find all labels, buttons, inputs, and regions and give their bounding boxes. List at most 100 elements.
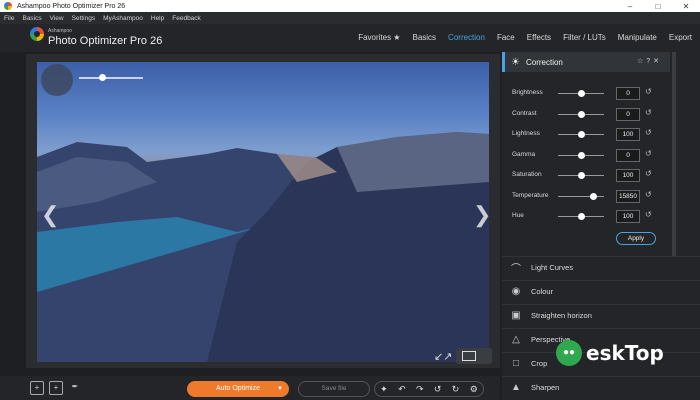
auto-optimize-button[interactable]: Auto Optimize ▼ [187, 381, 289, 397]
palette-icon: ◉ [511, 286, 521, 297]
panel-scrollbar[interactable] [672, 52, 676, 257]
adjustment-gamma: Gamma 0 ↺ [502, 148, 670, 164]
adjustment-value-input[interactable]: 0 [616, 148, 640, 162]
tab-basics[interactable]: Basics [412, 33, 436, 42]
reset-icon[interactable]: ↺ [645, 128, 652, 137]
reset-icon[interactable]: ↺ [645, 108, 652, 117]
menu-view[interactable]: View [50, 15, 64, 22]
crop-icon: □ [512, 358, 520, 369]
settings-gear-icon[interactable]: ⚙ [470, 384, 478, 395]
triangle-icon: ▲ [511, 382, 521, 393]
adjustment-label: Saturation [512, 171, 542, 178]
zoom-slider[interactable] [79, 77, 143, 79]
image-icon: ▣ [511, 310, 521, 321]
apply-button[interactable]: Apply [616, 232, 656, 245]
add-image-icon[interactable]: + [49, 381, 63, 395]
tab-effects[interactable]: Effects [527, 33, 551, 42]
adjustment-saturation: Saturation 100 ↺ [502, 168, 670, 184]
adjustment-slider-knob[interactable] [577, 172, 585, 179]
brand-title: Photo Optimizer Pro 26 [48, 35, 163, 47]
adjustment-value-input[interactable]: 100 [616, 169, 640, 182]
window-title: Ashampoo Photo Optimizer Pro 26 [17, 2, 126, 10]
tab-bar: Favorites ★ Basics Correction Face Effec… [346, 33, 692, 42]
adjustment-label: Gamma [512, 150, 536, 158]
tab-manipulate[interactable]: Manipulate [618, 33, 657, 42]
reset-icon[interactable]: ↺ [645, 87, 652, 96]
menu-help[interactable]: Help [151, 15, 164, 22]
landscape-image [37, 132, 489, 362]
menu-bar: File Basics View Settings MyAshampoo Hel… [0, 12, 700, 24]
desktop-watermark: ●● eskTop [556, 340, 664, 366]
tool-label: Straighten horizon [531, 311, 592, 320]
maximize-icon[interactable]: □ [644, 2, 672, 11]
app-icon [4, 2, 12, 10]
favorite-star-icon[interactable]: ☆ [637, 58, 646, 65]
dropdown-caret-icon[interactable]: ▼ [277, 381, 283, 397]
menu-myashampoo[interactable]: MyAshampoo [103, 15, 143, 22]
redo-icon[interactable]: ↷ [416, 384, 424, 395]
menu-file[interactable]: File [4, 15, 14, 22]
adjustment-slider-knob[interactable] [577, 110, 585, 118]
tool-label: Crop [531, 359, 548, 368]
previous-image-icon[interactable]: ❮ [41, 202, 59, 228]
menu-settings[interactable]: Settings [72, 15, 96, 22]
adjustment-slider-knob[interactable] [577, 131, 585, 138]
zoom-slider-knob[interactable] [99, 74, 106, 81]
next-image-icon[interactable]: ❯ [473, 202, 489, 228]
save-file-button[interactable]: Save file [298, 381, 370, 397]
watermark-logo-icon: ●● [556, 340, 582, 366]
brand-small: Ashampoo [48, 28, 72, 34]
adjustment-value-input[interactable]: 15850 [616, 189, 640, 203]
reset-icon[interactable]: ↺ [645, 210, 652, 219]
adjustment-slider-knob[interactable] [590, 192, 598, 200]
tab-face[interactable]: Face [497, 33, 515, 42]
adjustment-value-input[interactable]: 0 [616, 107, 640, 121]
minimize-icon[interactable]: – [616, 2, 644, 11]
adjustment-value-input[interactable]: 0 [616, 87, 640, 100]
rotate-left-icon[interactable]: ↺ [434, 384, 442, 395]
tool-light-curves[interactable]: ⌒ Light Curves [502, 256, 700, 278]
adjustment-label: Lightness [512, 130, 540, 137]
view-mode-icon [462, 351, 476, 361]
close-icon[interactable]: ✕ [672, 2, 700, 11]
curve-icon: ⌒ [511, 264, 521, 275]
tool-colour[interactable]: ◉ Colour [502, 280, 700, 302]
reset-icon[interactable]: ↺ [645, 149, 652, 158]
open-file-icon[interactable]: + [30, 381, 44, 395]
photo-preview[interactable]: ❮ ❯ [37, 62, 489, 362]
watermark-text: eskTop [586, 341, 664, 365]
tab-favorites[interactable]: Favorites ★ [358, 33, 400, 42]
view-mode-toggle[interactable] [456, 348, 492, 364]
tab-export[interactable]: Export [669, 33, 692, 42]
tab-filter-luts[interactable]: Filter / LUTs [563, 33, 606, 42]
reset-icon[interactable]: ↺ [645, 169, 652, 178]
adjustment-hue: Hue 100 ↺ [502, 209, 670, 225]
tool-sharpen[interactable]: ▲ Sharpen [502, 376, 700, 398]
menu-basics[interactable]: Basics [22, 15, 41, 22]
adjustment-slider-knob[interactable] [577, 151, 585, 159]
adjustment-slider-knob[interactable] [577, 90, 585, 97]
adjustment-value-input[interactable]: 100 [616, 210, 640, 223]
adjustment-slider-knob[interactable] [577, 213, 585, 220]
brush-icon[interactable]: ✒ [68, 381, 82, 395]
tool-label: Colour [531, 287, 554, 296]
panel-close-icon[interactable]: ✕ [653, 58, 662, 65]
menu-feedback[interactable]: Feedback [172, 15, 201, 22]
zoom-control[interactable] [41, 64, 73, 96]
reset-icon[interactable]: ↺ [645, 190, 652, 199]
undo-icon[interactable]: ↶ [398, 384, 406, 395]
wand-icon[interactable]: ✦ [380, 384, 388, 395]
adjustment-slider[interactable] [558, 195, 604, 197]
ashampoo-logo-icon [30, 27, 44, 41]
adjustment-temperature: Temperature 15850 ↺ [502, 189, 670, 205]
adjustment-value-input[interactable]: 100 [616, 128, 640, 141]
tab-correction[interactable]: Correction [448, 33, 485, 42]
auto-optimize-label: Auto Optimize [216, 385, 260, 392]
panel-header: ☀ Correction ☆?✕ [502, 52, 670, 72]
tool-straighten-horizon[interactable]: ▣ Straighten horizon [502, 304, 700, 326]
title-bar: Ashampoo Photo Optimizer Pro 26 – □ ✕ [0, 0, 700, 12]
sun-icon: ☀ [511, 56, 520, 68]
rotate-right-icon[interactable]: ↻ [452, 384, 460, 395]
panel-title: Correction [525, 57, 563, 67]
shrink-icon[interactable]: ↙↗ [434, 350, 452, 363]
